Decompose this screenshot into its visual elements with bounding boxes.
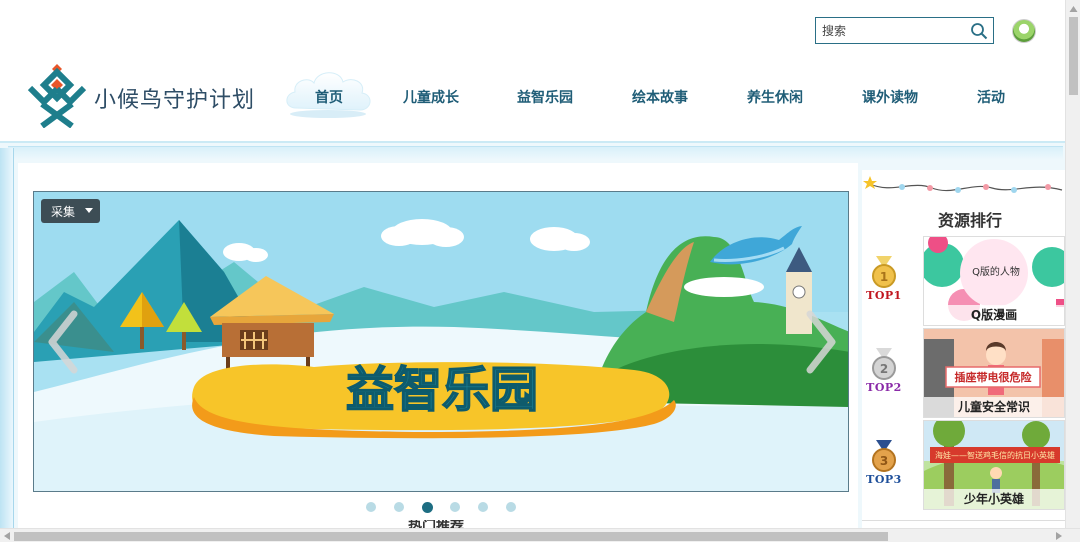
thumbnail-text: 海娃——智送鸡毛信的抗日小英雄 [935,450,1055,460]
carousel-dot-6[interactable] [506,502,516,512]
carousel-dot-2[interactable] [394,502,404,512]
rank-item-2[interactable]: 2 TOP2 插座带电很危险 儿童安全常识 [862,328,1065,418]
rank-thumbnail-3[interactable]: 海娃——智送鸡毛信的抗日小英雄 少年小英雄 [923,420,1065,510]
user-avatar[interactable] [1012,19,1036,43]
nav-item-puzzle-park[interactable]: 益智乐园 [517,87,573,107]
thumbnail-text: Q版的人物 [972,265,1020,278]
scroll-left-arrow-icon[interactable] [0,529,14,542]
nav-item-picture-books[interactable]: 绘本故事 [632,87,688,107]
nav-item-leisure[interactable]: 养生休闲 [747,87,803,107]
garland-decoration-icon [863,176,1063,193]
vertical-scrollbar[interactable] [1065,0,1080,528]
rank-caption-2: 儿童安全常识 [924,397,1064,417]
search-box[interactable] [815,17,994,44]
carousel-next-arrow-icon[interactable] [804,310,838,374]
svg-text:1: 1 [880,270,888,284]
search-input[interactable] [822,22,967,40]
section-title-peek: 热门推荐 [408,520,464,528]
collect-dropdown-button[interactable]: 采集 [41,199,100,223]
rank-badge-2: 2 TOP2 [862,348,906,398]
nav-item-home[interactable]: 首页 [315,87,343,107]
rank-item-3[interactable]: 3 TOP3 海娃——智送鸡毛信的抗日小英雄 少年小英雄 [862,420,1065,510]
rank-caption-1: Q版漫画 [924,305,1064,325]
rank-badge-3: 3 TOP3 [862,440,906,490]
scroll-up-arrow-icon[interactable] [1066,2,1080,16]
rank-thumbnail-2[interactable]: 插座带电很危险 儿童安全常识 [923,328,1065,418]
silver-medal-icon: 2 [872,348,896,380]
carousel-dot-1[interactable] [366,502,376,512]
site-header: 小候鸟守护计划 首页 儿童成长 益智乐园 绘本故事 养生休闲 课外读物 活动 [0,0,1065,142]
bronze-medal-icon: 3 [872,440,896,472]
rank-item-1[interactable]: 1 TOP1 Q版的人物 Q版漫画 [862,236,1065,326]
banner-carousel[interactable]: 益智乐园 [33,191,849,492]
carousel-prev-arrow-icon[interactable] [46,310,80,374]
svg-text:2: 2 [880,362,888,376]
rank-thumbnail-1[interactable]: Q版的人物 Q版漫画 [923,236,1065,326]
frame-left-border [0,148,14,528]
scroll-right-arrow-icon[interactable] [1052,529,1066,542]
carousel-dot-3[interactable] [422,501,433,513]
carousel-dot-4[interactable] [450,502,460,512]
thumbnail-text: 插座带电很危险 [955,370,1033,384]
frame-top-border [8,146,1063,160]
carousel-dot-5[interactable] [478,502,488,512]
site-logo[interactable] [26,62,88,128]
rank-label-1: TOP1 [866,289,902,302]
horizontal-scroll-thumb[interactable] [14,532,888,541]
rank-badge-1: 1 TOP1 [862,256,906,306]
search-icon[interactable] [970,22,988,40]
banner-illustration: 益智乐园 [34,192,848,491]
banner-title: 益智乐园 [346,362,538,418]
brand-name[interactable]: 小候鸟守护计划 [94,82,255,114]
page: 小候鸟守护计划 首页 儿童成长 益智乐园 绘本故事 养生休闲 课外读物 活动 [0,0,1080,542]
nav-item-growth[interactable]: 儿童成长 [403,87,459,107]
vertical-scroll-thumb[interactable] [1069,17,1078,95]
collect-label: 采集 [51,205,76,219]
nav-item-reading[interactable]: 课外读物 [862,87,918,107]
sidebar-divider [862,520,1065,521]
caret-down-icon [85,208,93,213]
gold-medal-icon: 1 [872,256,896,288]
nav-item-activities[interactable]: 活动 [977,87,1005,107]
rank-label-3: TOP3 [866,473,902,486]
horizontal-scrollbar[interactable] [0,528,1080,542]
ranking-title: 资源排行 [938,211,1003,230]
rank-label-2: TOP2 [866,381,902,394]
svg-text:3: 3 [880,454,888,468]
rank-caption-3: 少年小英雄 [924,489,1064,509]
